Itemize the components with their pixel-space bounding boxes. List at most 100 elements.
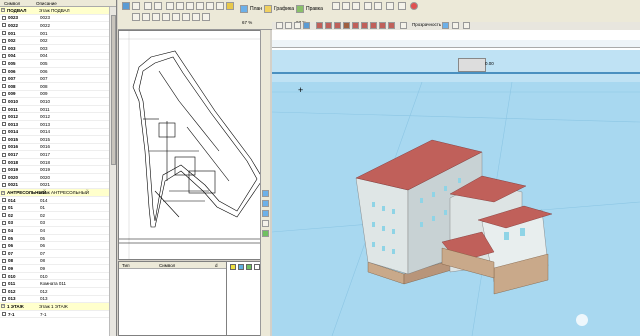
tree-row[interactable]: 01 01 — [0, 204, 116, 213]
tree-row[interactable]: 002 002 — [0, 37, 116, 45]
draw-window-button[interactable] — [172, 13, 180, 21]
pan-tool-button[interactable] — [132, 2, 140, 10]
tree-row[interactable]: 0020 0020 — [0, 174, 116, 182]
render-shadow-button[interactable] — [361, 22, 368, 29]
col-symbol-header[interactable]: Символ — [0, 0, 36, 6]
tree-row[interactable]: 0022 0022 — [0, 22, 116, 30]
render-floor-button[interactable] — [334, 22, 341, 29]
tree-row[interactable]: 007 007 — [0, 75, 116, 83]
tree-row[interactable]: 001 001 — [0, 30, 116, 38]
tree-row[interactable]: 014 014 — [0, 197, 116, 205]
fly-button[interactable] — [294, 22, 301, 29]
snap-button[interactable] — [352, 2, 360, 10]
tree-row[interactable]: 0023 0023 — [0, 15, 116, 23]
draw-rect-button[interactable] — [142, 13, 150, 21]
tree-row[interactable]: 08 08 — [0, 258, 116, 266]
tree-row[interactable]: 0012 0012 — [0, 113, 116, 121]
col-type-header[interactable]: Тип — [122, 262, 130, 269]
select3d-button[interactable] — [303, 22, 310, 29]
grid-button[interactable] — [342, 2, 350, 10]
text-button[interactable] — [182, 13, 190, 21]
export-button[interactable] — [463, 22, 470, 29]
view-side-button[interactable] — [262, 210, 269, 217]
cube-view-button[interactable] — [364, 2, 372, 10]
view-3d[interactable]: + — [272, 82, 640, 336]
tree-row[interactable]: 0011 0011 — [0, 106, 116, 114]
tab-graphics[interactable]: Графика — [274, 5, 294, 13]
tree-row[interactable]: 009 009 — [0, 91, 116, 99]
tree-row[interactable]: 006 006 — [0, 68, 116, 76]
tree-row[interactable]: 09 09 — [0, 265, 116, 273]
help-icon[interactable] — [410, 2, 418, 10]
brush-button[interactable] — [452, 22, 459, 29]
tree-row[interactable]: 7-1 7-1 — [0, 311, 116, 319]
tree-row[interactable]: 0013 0013 — [0, 121, 116, 129]
tree-row[interactable]: 0016 0016 — [0, 144, 116, 152]
draw-wall-button[interactable] — [152, 13, 160, 21]
render-walls-button[interactable] — [325, 22, 332, 29]
color-swatch-green[interactable] — [246, 264, 252, 270]
view-front-button[interactable] — [262, 200, 269, 207]
col-symbol-header-props[interactable]: Символ — [159, 262, 175, 269]
tree-row[interactable]: 06 06 — [0, 242, 116, 250]
tree-row[interactable]: 012 012 — [0, 288, 116, 296]
tree-row[interactable]: 003 003 — [0, 45, 116, 53]
render-full-button[interactable] — [388, 22, 395, 29]
dimension-button[interactable] — [202, 13, 210, 21]
tab-plan[interactable]: План — [250, 5, 262, 13]
plan-view-icon[interactable] — [240, 5, 248, 13]
walk-button[interactable] — [285, 22, 292, 29]
color-swatch-blue[interactable] — [238, 264, 244, 270]
list-button[interactable] — [398, 2, 406, 10]
tree-group-row[interactable]: − ПОДВАЛ Этаж ПОДВАЛ — [0, 7, 116, 15]
transparency-slider[interactable] — [442, 22, 449, 29]
zoom-in-button[interactable] — [166, 2, 174, 10]
tree-row[interactable]: 0010 0010 — [0, 98, 116, 106]
layer-button[interactable] — [226, 2, 234, 10]
tree-row[interactable]: 008 008 — [0, 83, 116, 91]
zoom-window-button[interactable] — [196, 2, 204, 10]
tree-row[interactable]: 010 010 — [0, 273, 116, 281]
tree-row[interactable]: 0018 0018 — [0, 159, 116, 167]
orbit-button[interactable] — [276, 22, 283, 29]
tree-row[interactable]: 013 013 — [0, 296, 116, 304]
tree-row[interactable]: 07 07 — [0, 250, 116, 258]
camera-button[interactable] — [400, 22, 407, 29]
render-texture-button[interactable] — [343, 22, 350, 29]
view-top-button[interactable] — [262, 190, 269, 197]
draw-line-button[interactable] — [132, 13, 140, 21]
undo-button[interactable] — [144, 2, 152, 10]
tree-row[interactable]: 04 04 — [0, 227, 116, 235]
zoom-out-button[interactable] — [176, 2, 184, 10]
tree-row[interactable]: 0021 0021 — [0, 182, 116, 190]
zoom-prev-button[interactable] — [206, 2, 214, 10]
render-sun-button[interactable] — [379, 22, 386, 29]
hatch-button[interactable] — [192, 13, 200, 21]
tab-edit[interactable]: Правка — [306, 5, 323, 13]
draw-door-button[interactable] — [162, 13, 170, 21]
tree-row[interactable]: 005 005 — [0, 60, 116, 68]
tree-row[interactable]: 05 05 — [0, 235, 116, 243]
tree-row[interactable]: 03 03 — [0, 220, 116, 228]
view-persp-button[interactable] — [262, 230, 269, 237]
wire-view-button[interactable] — [374, 2, 382, 10]
color-swatch-yellow[interactable] — [230, 264, 236, 270]
col-d-header[interactable]: d — [215, 262, 218, 269]
settings-button[interactable] — [386, 2, 394, 10]
render-section-button[interactable] — [352, 22, 359, 29]
tree-row[interactable]: 0015 0015 — [0, 136, 116, 144]
tree-row[interactable]: 0019 0019 — [0, 166, 116, 175]
edit-icon[interactable] — [296, 5, 304, 13]
tree-group-row[interactable]: − АНТРЕСОЛЬНЫЙ Этаж АНТРЕСОЛЬНЫЙ — [0, 189, 116, 197]
measure-button[interactable] — [216, 2, 224, 10]
tree-scrollbar[interactable] — [109, 7, 116, 336]
tree-row[interactable]: 004 004 — [0, 53, 116, 61]
render-light-button[interactable] — [370, 22, 377, 29]
tree-row[interactable]: 011 Комната 011 — [0, 280, 116, 288]
tree-group-row[interactable]: −1 ЭТАЖ Этаж 1 ЭТАЖ — [0, 303, 116, 311]
col-description-header[interactable]: Описание — [36, 0, 57, 6]
view-iso-button[interactable] — [262, 220, 269, 227]
tree-row[interactable]: 0017 0017 — [0, 151, 116, 159]
tree-row[interactable]: 0014 0014 — [0, 129, 116, 137]
zoom-fit-button[interactable] — [186, 2, 194, 10]
